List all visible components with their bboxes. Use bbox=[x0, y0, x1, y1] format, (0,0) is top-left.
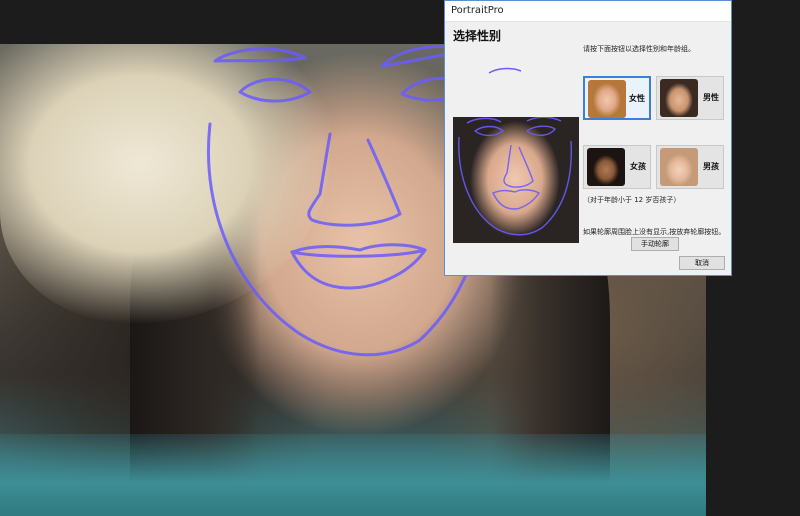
option-man-button[interactable]: 男性 bbox=[656, 76, 724, 120]
nose-outline[interactable] bbox=[307, 132, 402, 227]
select-gender-dialog: PortraitPro 选择性别 请按下面按钮以选择性别和年龄组。 女性 男性 … bbox=[444, 0, 732, 276]
left-eye-outline[interactable] bbox=[238, 77, 312, 103]
option-woman-button[interactable]: 女性 bbox=[583, 76, 651, 120]
dialog-titlebar[interactable]: PortraitPro bbox=[445, 1, 731, 22]
girl-avatar bbox=[587, 148, 625, 186]
option-woman-label: 女性 bbox=[629, 94, 645, 103]
manual-outline-button[interactable]: 手动轮廓 bbox=[631, 237, 679, 251]
manual-outline-hint: 如果轮廓周围脸上没有显示,按放弃轮廓按钮。 bbox=[583, 228, 726, 236]
option-girl-button[interactable]: 女孩 bbox=[583, 145, 651, 189]
woman-avatar bbox=[588, 80, 626, 118]
cancel-button[interactable]: 取消 bbox=[679, 256, 725, 270]
man-avatar bbox=[660, 79, 698, 117]
face-preview-outline bbox=[458, 117, 572, 236]
dialog-heading: 选择性别 bbox=[453, 29, 502, 43]
age-note: （对于年龄小于 12 岁否孩子） bbox=[583, 196, 681, 204]
face-preview bbox=[453, 117, 579, 243]
option-girl-label: 女孩 bbox=[630, 162, 646, 171]
option-man-label: 男性 bbox=[703, 93, 719, 102]
option-boy-button[interactable]: 男孩 bbox=[656, 145, 724, 189]
boy-avatar bbox=[660, 148, 698, 186]
mouth-outline[interactable] bbox=[290, 243, 427, 290]
brow-preview-mark bbox=[488, 67, 522, 74]
left-eyebrow-outline[interactable] bbox=[213, 47, 307, 63]
option-boy-label: 男孩 bbox=[703, 162, 719, 171]
instruction-text: 请按下面按钮以选择性别和年龄组。 bbox=[583, 45, 695, 53]
